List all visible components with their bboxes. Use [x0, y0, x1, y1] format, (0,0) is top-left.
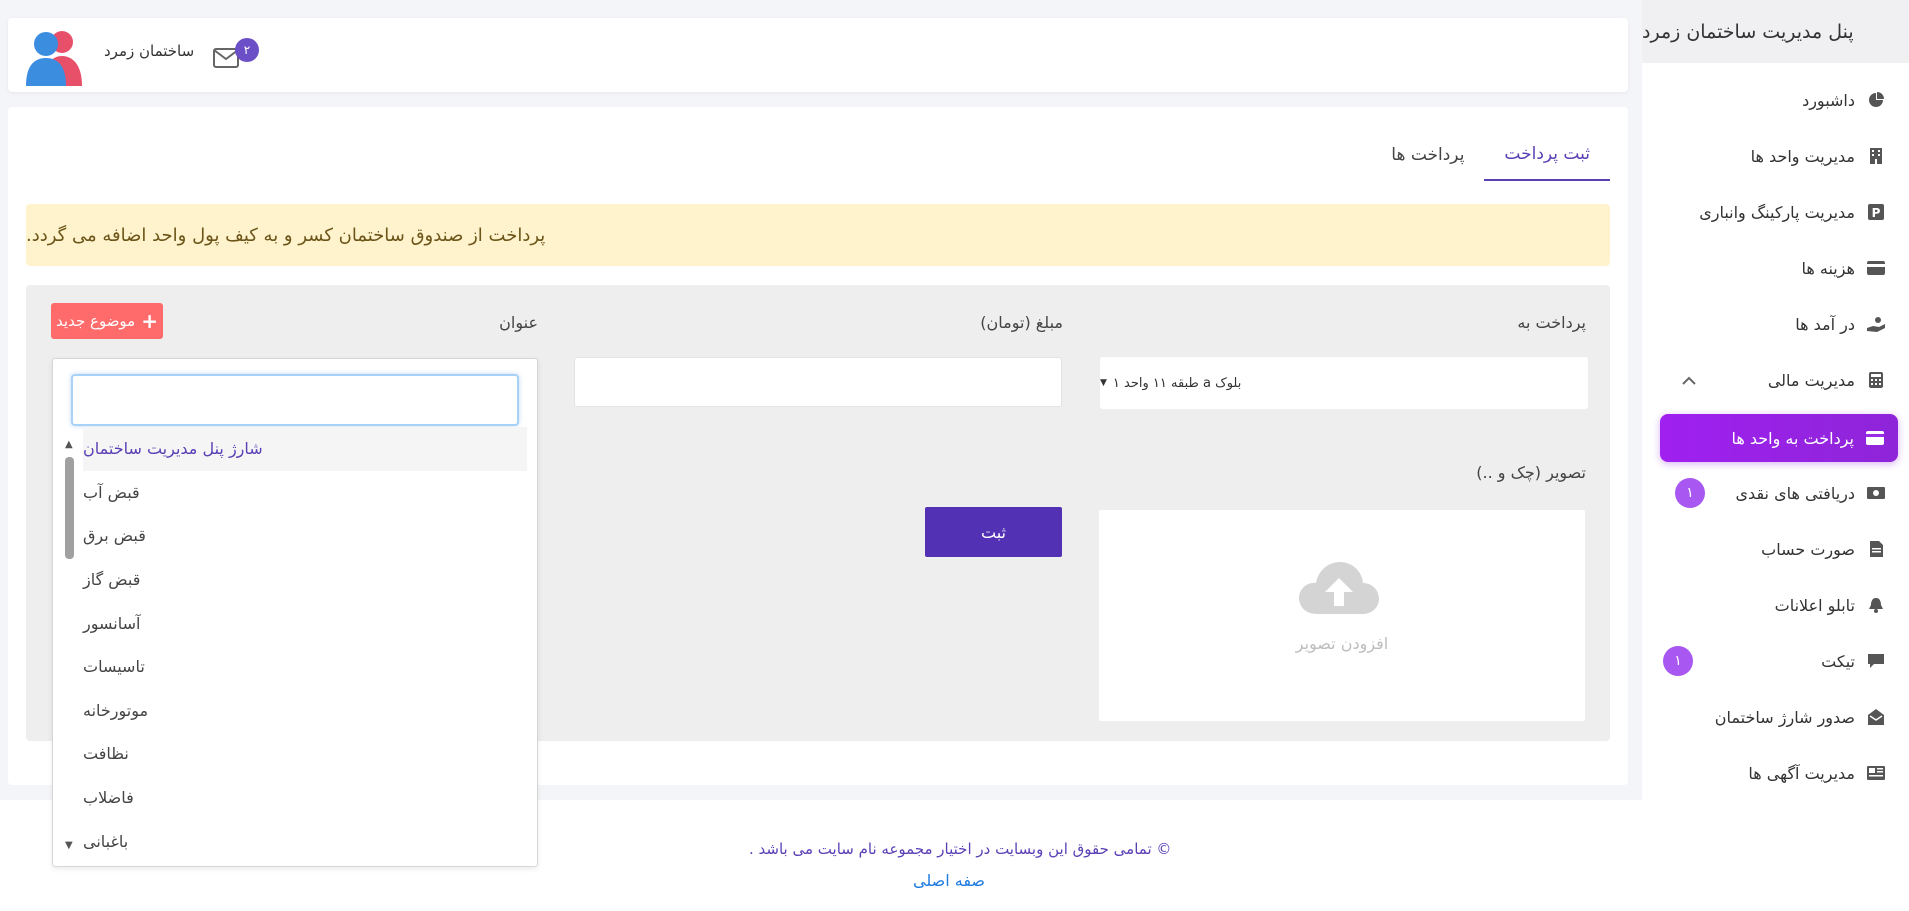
hand-money-icon	[1867, 315, 1885, 333]
notification-badge: ۱	[1675, 478, 1705, 508]
plus-icon: +	[141, 309, 158, 333]
sidebar-item-label: مدیریت واحد ها	[1750, 146, 1855, 166]
dropdown-option[interactable]: باغبانی	[83, 819, 527, 863]
sidebar-item-label: تیکت	[1821, 651, 1855, 671]
pay-to-select[interactable]: بلوک a طبقه ۱۱ واحد ۱ ▼	[1100, 357, 1588, 409]
credit-card-icon	[1867, 259, 1885, 277]
top-bar: ساختمان زمرد ۲	[8, 18, 1628, 92]
sidebar: پنل مدیریت ساختمان زمرد داشبورد مدیریت و…	[1642, 0, 1909, 911]
dropdown-option[interactable]: قبض گاز	[83, 558, 527, 602]
sidebar-item-label: مدیریت مالی	[1767, 370, 1855, 390]
sidebar-item-parking[interactable]: مدیریت پارکینگ وانباری P	[1661, 189, 1899, 235]
sidebar-item-label: پرداخت به واحد ها	[1731, 428, 1854, 448]
submit-button[interactable]: ثبت	[925, 507, 1062, 557]
svg-text:P: P	[1872, 206, 1881, 220]
sidebar-item-label: مدیریت آگهی ها	[1748, 763, 1855, 783]
title-dropdown[interactable]: ▲ ▼ شارژ پنل مدیریت ساختمان قبض آب قبض ب…	[52, 358, 538, 867]
sidebar-item-ads[interactable]: مدیریت آگهی ها	[1661, 750, 1899, 796]
message-count-badge: ۲	[235, 38, 259, 62]
sidebar-item-units[interactable]: مدیریت واحد ها	[1661, 133, 1899, 179]
dropdown-option[interactable]: تاسیسات	[83, 645, 527, 689]
new-topic-label: موضوع جدید	[56, 312, 136, 330]
dropdown-option[interactable]: فاضلاب	[83, 776, 527, 820]
dropdown-option[interactable]: قبض برق	[83, 514, 527, 558]
sidebar-item-label: هزینه ها	[1801, 258, 1855, 278]
sidebar-item-issue-charge[interactable]: صدور شارژ ساختمان	[1661, 694, 1899, 740]
parking-icon: P	[1867, 203, 1885, 221]
sidebar-item-label: مدیریت پارکینگ وانباری	[1699, 202, 1855, 222]
dropdown-options: شارژ پنل مدیریت ساختمان قبض آب قبض برق ق…	[83, 427, 527, 863]
new-topic-button[interactable]: + موضوع جدید	[51, 303, 163, 339]
caret-down-icon: ▼	[1100, 378, 1107, 388]
sidebar-header: پنل مدیریت ساختمان زمرد	[1642, 0, 1909, 63]
notification-badge: ۱	[1663, 646, 1693, 676]
scrollbar[interactable]: ▲ ▼	[63, 439, 77, 851]
cash-icon	[1867, 484, 1885, 502]
sidebar-item-invoice[interactable]: صورت حساب	[1661, 526, 1899, 572]
dropdown-option[interactable]: موتورخانه	[83, 689, 527, 733]
sidebar-item-label: در آمد ها	[1795, 314, 1855, 334]
messages-button[interactable]: ۲	[213, 38, 259, 74]
scroll-up-icon[interactable]: ▲	[65, 439, 73, 450]
sidebar-item-label: صدور شارژ ساختمان	[1714, 707, 1855, 727]
scroll-down-icon[interactable]: ▼	[65, 840, 73, 851]
image-label: تصویر (چک و ..)	[1476, 463, 1586, 482]
dropdown-option[interactable]: نظافت	[83, 732, 527, 776]
user-name[interactable]: ساختمان زمرد	[104, 42, 194, 60]
info-alert: پرداخت از صندوق ساختمان کسر و به کیف پول…	[26, 204, 1610, 266]
pay-to-value: بلوک a طبقه ۱۱ واحد ۱	[1112, 375, 1242, 391]
sidebar-item-dashboard[interactable]: داشبورد	[1661, 77, 1899, 123]
sidebar-item-pay-units[interactable]: پرداخت به واحد ها	[1660, 414, 1898, 462]
dropdown-option[interactable]: قبض آب	[83, 471, 527, 515]
sidebar-item-cash-receipts[interactable]: ۱ دریافتی های نقدی	[1661, 470, 1899, 516]
calculator-icon	[1867, 371, 1885, 389]
footer-copyright: © تمامی حقوق این وبسایت در اختیار مجموعه…	[749, 840, 1172, 858]
app-title: پنل مدیریت ساختمان زمرد	[1642, 20, 1854, 43]
amount-label: مبلغ (تومان)	[980, 313, 1063, 332]
scrollbar-thumb[interactable]	[65, 457, 74, 559]
upload-text: افزودن تصویر	[1295, 634, 1389, 653]
mail-open-icon	[1867, 708, 1885, 726]
newspaper-icon	[1867, 764, 1885, 782]
footer-home-link[interactable]: صفه اصلی	[913, 871, 985, 890]
card-icon	[1866, 429, 1884, 447]
sidebar-item-label: صورت حساب	[1761, 539, 1855, 559]
chart-pie-icon	[1867, 91, 1885, 109]
sidebar-item-label: دریافتی های نقدی	[1735, 483, 1855, 503]
comment-icon	[1867, 652, 1885, 670]
image-upload-area[interactable]: افزودن تصویر	[1099, 510, 1585, 721]
tab-payments[interactable]: پرداخت ها	[1371, 129, 1484, 181]
dropdown-option[interactable]: آسانسور	[83, 601, 527, 645]
file-icon	[1867, 540, 1885, 558]
sidebar-item-expenses[interactable]: هزینه ها	[1661, 245, 1899, 291]
cloud-upload-icon	[1299, 562, 1379, 614]
tabs: ثبت پرداخت پرداخت ها	[1371, 129, 1610, 181]
sidebar-item-label: تابلو اعلانات	[1774, 595, 1855, 615]
sidebar-item-ticket[interactable]: ۱ تیکت	[1661, 638, 1899, 684]
sidebar-item-income[interactable]: در آمد ها	[1661, 301, 1899, 347]
title-label: عنوان	[499, 313, 538, 332]
avatar[interactable]	[24, 26, 86, 86]
building-icon	[1867, 147, 1885, 165]
tab-register-payment[interactable]: ثبت پرداخت	[1484, 129, 1610, 181]
pay-to-label: پرداخت به	[1517, 313, 1586, 332]
dropdown-option[interactable]: شارژ پنل مدیریت ساختمان	[83, 427, 527, 471]
bell-icon	[1867, 596, 1885, 614]
sidebar-item-notices[interactable]: تابلو اعلانات	[1661, 582, 1899, 628]
dropdown-search-input[interactable]	[71, 374, 519, 426]
amount-input[interactable]	[574, 357, 1062, 407]
sidebar-item-finance[interactable]: مدیریت مالی	[1661, 357, 1899, 403]
sidebar-item-label: داشبورد	[1802, 90, 1855, 110]
chevron-up-icon[interactable]	[1681, 371, 1697, 390]
